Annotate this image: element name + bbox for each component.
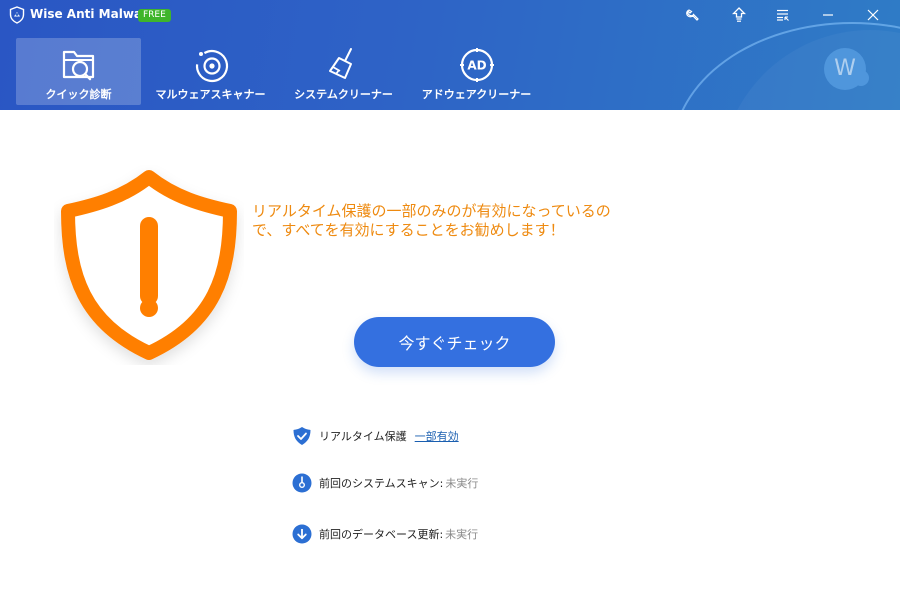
ad-target-icon: AD	[459, 48, 494, 82]
tools-button[interactable]	[682, 5, 704, 25]
free-badge: FREE	[138, 9, 171, 22]
warning-shield-icon	[61, 170, 237, 360]
status-last-system-scan: 前回のシステムスキャン: 未実行	[292, 473, 478, 493]
scan-gauge-icon	[292, 473, 312, 493]
status-value: 未実行	[445, 528, 479, 541]
app-logo-icon	[9, 6, 25, 24]
close-button[interactable]	[862, 5, 884, 25]
download-icon	[292, 524, 312, 544]
upgrade-button[interactable]	[728, 5, 750, 25]
tab-label: クイック診断	[45, 88, 112, 101]
status-realtime-protection: リアルタイム保護 一部有効	[292, 426, 459, 446]
status-label: 前回のデータベース更新:	[319, 528, 444, 541]
status-value: 未実行	[445, 477, 479, 490]
warning-line-1: リアルタイム保護の一部のみのが有効になっているの	[252, 202, 611, 220]
tab-label: システムクリーナー	[294, 88, 393, 101]
scanner-icon	[195, 49, 228, 83]
warning-line-2: で、すべてを有効にすることをお勧めします！	[252, 221, 565, 239]
tab-label: アドウェアクリーナー	[421, 88, 532, 101]
realtime-protection-link[interactable]: 一部有効	[415, 428, 459, 444]
tab-malware-scanner[interactable]: マルウェアスキャナー	[148, 38, 273, 105]
status-label: リアルタイム保護	[319, 430, 407, 443]
shield-check-icon	[293, 427, 311, 445]
warning-message: リアルタイム保護の一部のみのが有効になっているの で、すべてを有効にすることをお…	[252, 202, 652, 240]
menu-button[interactable]	[772, 5, 794, 25]
close-icon	[867, 9, 879, 21]
folder-search-icon	[62, 50, 94, 81]
status-label: 前回のシステムスキャン:	[319, 477, 444, 490]
tab-adware-cleaner[interactable]: AD アドウェアクリーナー	[414, 38, 539, 105]
broom-icon	[328, 48, 352, 79]
tab-label: マルウェアスキャナー	[155, 88, 266, 101]
avatar-bubble	[853, 70, 869, 86]
app-header: Wise Anti Malware FREE クイック診断 マルウェアスキャナー…	[0, 0, 900, 110]
check-now-button[interactable]: 今すぐチェック	[354, 317, 555, 367]
menu-icon	[777, 9, 789, 21]
minimize-icon	[823, 14, 833, 16]
status-last-db-update: 前回のデータベース更新: 未実行	[292, 524, 478, 544]
svg-text:AD: AD	[467, 59, 486, 73]
tab-system-cleaner[interactable]: システムクリーナー	[281, 38, 406, 105]
tab-quick-diagnosis[interactable]: クイック診断	[16, 38, 141, 105]
minimize-button[interactable]	[817, 5, 839, 25]
tools-icon	[686, 9, 699, 21]
upgrade-icon	[732, 7, 746, 22]
title-bar[interactable]: Wise Anti Malware FREE	[0, 0, 900, 30]
